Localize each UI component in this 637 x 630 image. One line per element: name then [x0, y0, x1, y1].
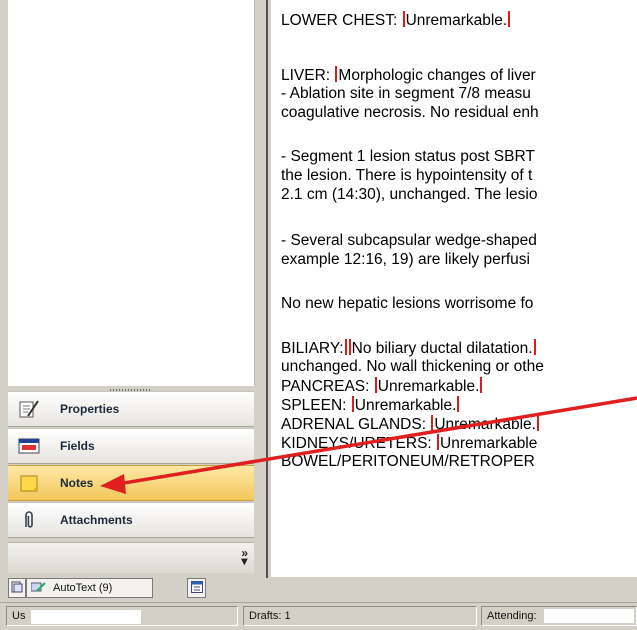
field-marker[interactable]	[344, 339, 347, 355]
sidebar-item-label: Fields	[60, 439, 95, 453]
bottom-tabs: AutoText (9)	[0, 578, 262, 600]
field-marker[interactable]	[457, 396, 460, 412]
field-marker[interactable]	[348, 339, 351, 355]
status-drafts: Drafts: 1	[243, 606, 477, 626]
field-marker[interactable]	[480, 377, 483, 393]
field-marker[interactable]	[533, 339, 536, 355]
status-attending: Attending:	[481, 606, 637, 626]
report-line: PANCREAS: Unremarkable.	[281, 377, 483, 396]
document-icon	[11, 581, 23, 596]
report-line: SPLEEN: Unremarkable.	[281, 396, 460, 415]
pane-content-area	[8, 0, 255, 386]
report-line: BILIARY: No biliary ductal dilatation.	[281, 339, 537, 358]
field-marker[interactable]	[374, 377, 377, 393]
tab-document[interactable]	[8, 578, 26, 598]
autotext-icon	[30, 581, 47, 596]
report-line: 2.1 cm (14:30), unchanged. The lesio	[281, 186, 538, 203]
redaction-box	[544, 609, 634, 623]
attachments-icon	[14, 507, 44, 533]
fields-icon	[14, 433, 44, 459]
field-marker[interactable]	[431, 415, 434, 431]
field-marker[interactable]	[402, 11, 405, 27]
tab-list[interactable]	[187, 578, 206, 598]
sidebar-item-label: Properties	[60, 402, 120, 416]
report-line: No new hepatic lesions worrisome fo	[281, 295, 534, 312]
more-buttons-bar: » ▾	[8, 542, 254, 573]
field-marker[interactable]	[536, 415, 539, 431]
report-line: unchanged. No wall thickening or othe	[281, 358, 544, 375]
report-line: LOWER CHEST: Unremarkable.	[281, 11, 511, 30]
report-line: LIVER: Morphologic changes of liver	[281, 66, 536, 84]
report-line: the lesion. There is hypointensity of t	[281, 167, 533, 184]
report-line: - Segment 1 lesion status post SBRT	[281, 148, 535, 165]
redaction-box	[31, 610, 141, 624]
tab-autotext[interactable]: AutoText (9)	[26, 578, 153, 598]
navigation-pane: Properties Fields Notes Attachments » ▾	[0, 0, 262, 600]
notes-icon	[14, 470, 44, 496]
sidebar-item-label: Notes	[60, 476, 94, 490]
status-user: Us	[6, 606, 238, 626]
field-marker[interactable]	[351, 396, 354, 412]
field-marker[interactable]	[437, 434, 440, 450]
sidebar-item-fields[interactable]: Fields	[8, 428, 254, 464]
report-line: - Ablation site in segment 7/8 measu	[281, 85, 531, 102]
report-line: coagulative necrosis. No residual enh	[281, 104, 539, 121]
tab-autotext-label: AutoText (9)	[53, 582, 113, 594]
report-line: - Several subcapsular wedge-shaped	[281, 232, 537, 249]
sidebar-item-properties[interactable]: Properties	[8, 391, 254, 427]
splitter-line	[266, 0, 268, 578]
status-bar: Us Drafts: 1 Attending:	[0, 602, 637, 630]
report-line: example 12:16, 19) are likely perfusi	[281, 251, 530, 268]
report-line: KIDNEYS/URETERS: Unremarkable	[281, 434, 538, 452]
report-line: BOWEL/PERITONEUM/RETROPER	[281, 453, 535, 470]
sidebar-item-attachments[interactable]: Attachments	[8, 502, 254, 538]
report-line: ADRENAL GLANDS: Unremarkable.	[281, 415, 540, 434]
report-editor[interactable]: LOWER CHEST: Unremarkable. LIVER: Morpho…	[271, 0, 637, 577]
chevron-more-icon[interactable]: » ▾	[241, 547, 248, 567]
properties-icon	[14, 396, 44, 422]
sidebar-item-label: Attachments	[60, 513, 133, 527]
sidebar-item-notes[interactable]: Notes	[8, 465, 254, 501]
list-icon	[190, 580, 203, 596]
field-marker[interactable]	[508, 11, 511, 27]
